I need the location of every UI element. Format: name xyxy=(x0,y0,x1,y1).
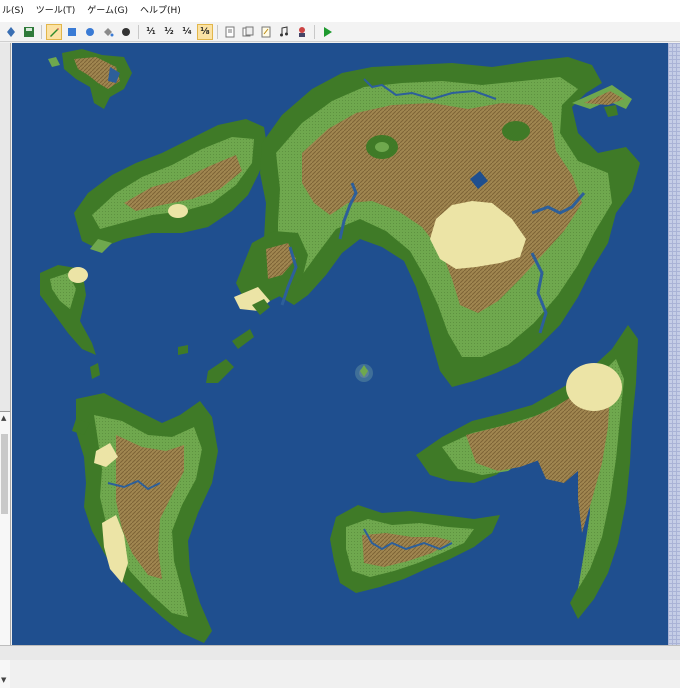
toolbar-separator xyxy=(217,24,218,39)
menu-help[interactable]: ヘルプ(H) xyxy=(134,0,187,22)
fraction-1-4[interactable]: ¹⁄₄ xyxy=(179,24,195,40)
continent-south-west xyxy=(72,393,218,643)
database-icon[interactable] xyxy=(222,24,238,40)
rectangle-icon[interactable] xyxy=(64,24,80,40)
toolbar-separator xyxy=(314,24,315,39)
character-icon[interactable] xyxy=(294,24,310,40)
play-icon[interactable] xyxy=(319,24,335,40)
island-northwest xyxy=(48,49,132,109)
chevron-up-icon[interactable]: ▲ xyxy=(1,414,6,422)
layer-icon[interactable] xyxy=(3,24,19,40)
save-icon[interactable] xyxy=(21,24,37,40)
pencil-icon[interactable] xyxy=(46,23,62,40)
ellipse-icon[interactable] xyxy=(82,24,98,40)
sound-icon[interactable] xyxy=(276,24,292,40)
shadow-icon[interactable] xyxy=(118,24,134,40)
menu-game[interactable]: ゲーム(G) xyxy=(81,0,134,22)
menu-bar: ル(S) ツール(T) ゲーム(G) ヘルプ(H) xyxy=(0,0,680,23)
fraction-1-8[interactable]: ¹⁄₈ xyxy=(197,23,213,40)
continent-north-west xyxy=(74,119,268,253)
world-map xyxy=(40,49,640,643)
islets-west-coast xyxy=(90,299,270,383)
fraction-1-2[interactable]: ¹⁄₂ xyxy=(161,24,177,40)
tileset-panel: ▲ ▼ xyxy=(0,43,11,688)
world-map-canvas[interactable] xyxy=(12,43,668,645)
fraction-1-1[interactable]: ¹⁄₁ xyxy=(143,24,159,40)
menu-file-partial[interactable]: ル(S) xyxy=(0,0,30,22)
island-center xyxy=(355,364,373,382)
minimap-scrollbar[interactable] xyxy=(668,43,680,645)
fill-icon[interactable] xyxy=(100,24,116,40)
menu-tools[interactable]: ツール(T) xyxy=(30,0,82,22)
chevron-down-icon[interactable]: ▼ xyxy=(1,676,6,684)
toolbar: ¹⁄₁ ¹⁄₂ ¹⁄₄ ¹⁄₈ xyxy=(0,22,680,42)
status-bar xyxy=(0,645,680,660)
script-icon[interactable] xyxy=(258,24,274,40)
peninsula-far-west xyxy=(40,265,96,355)
island-south xyxy=(330,505,500,593)
toolbar-separator xyxy=(41,24,42,39)
scrollbar-thumb[interactable] xyxy=(1,434,8,514)
toolbar-separator xyxy=(138,24,139,39)
scrollbar-track xyxy=(668,43,680,645)
resource-icon[interactable] xyxy=(240,24,256,40)
continent-north xyxy=(260,57,640,387)
